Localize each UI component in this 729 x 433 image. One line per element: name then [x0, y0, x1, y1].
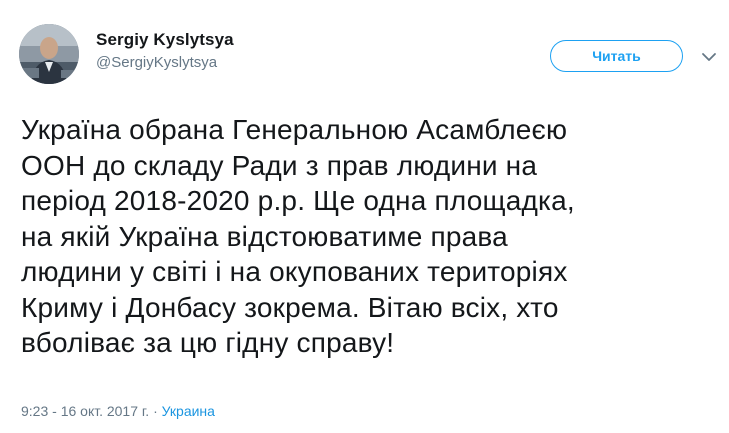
avatar[interactable] — [19, 24, 79, 84]
tweet-card: Sergiy Kyslytsya @SergiyKyslytsya Читать… — [0, 0, 729, 433]
tweet-text: Україна обрана Генеральною Асамблеєю ООН… — [21, 112, 721, 361]
tweet-text-line: людини у світі і на окупованих територія… — [21, 256, 568, 287]
tweet-text-line: на якій Україна відстоюватиме права — [21, 220, 508, 252]
follow-button[interactable]: Читать — [550, 40, 683, 72]
avatar-photo — [19, 24, 79, 84]
author-block[interactable]: Sergiy Kyslytsya @SergiyKyslytsya — [96, 30, 234, 72]
tweet-metadata: 9:23 - 16 окт. 2017 г. · Украина — [21, 402, 215, 420]
tweet-text-line: Криму і Донбасу зокрема. Вітаю всіх, хто — [21, 291, 559, 323]
meta-separator: · — [153, 403, 158, 419]
display-name[interactable]: Sergiy Kyslytsya — [96, 30, 234, 50]
username-handle[interactable]: @SergiyKyslytsya — [96, 54, 234, 72]
tweet-text-line: вболіває за цю гідну справу! — [21, 327, 395, 358]
tweet-text-line: Україна обрана Генеральною Асамблеєю — [21, 114, 568, 145]
tweet-text-line: період 2018-2020 р.р. Ще одна площадка, — [21, 185, 575, 216]
tweet-timestamp[interactable]: 9:23 - 16 окт. 2017 г. — [21, 403, 149, 419]
tweet-text-line: ООН до складу Ради з прав людини на — [21, 149, 538, 181]
tweet-location[interactable]: Украина — [162, 403, 215, 419]
chevron-down-icon[interactable] — [700, 48, 718, 66]
